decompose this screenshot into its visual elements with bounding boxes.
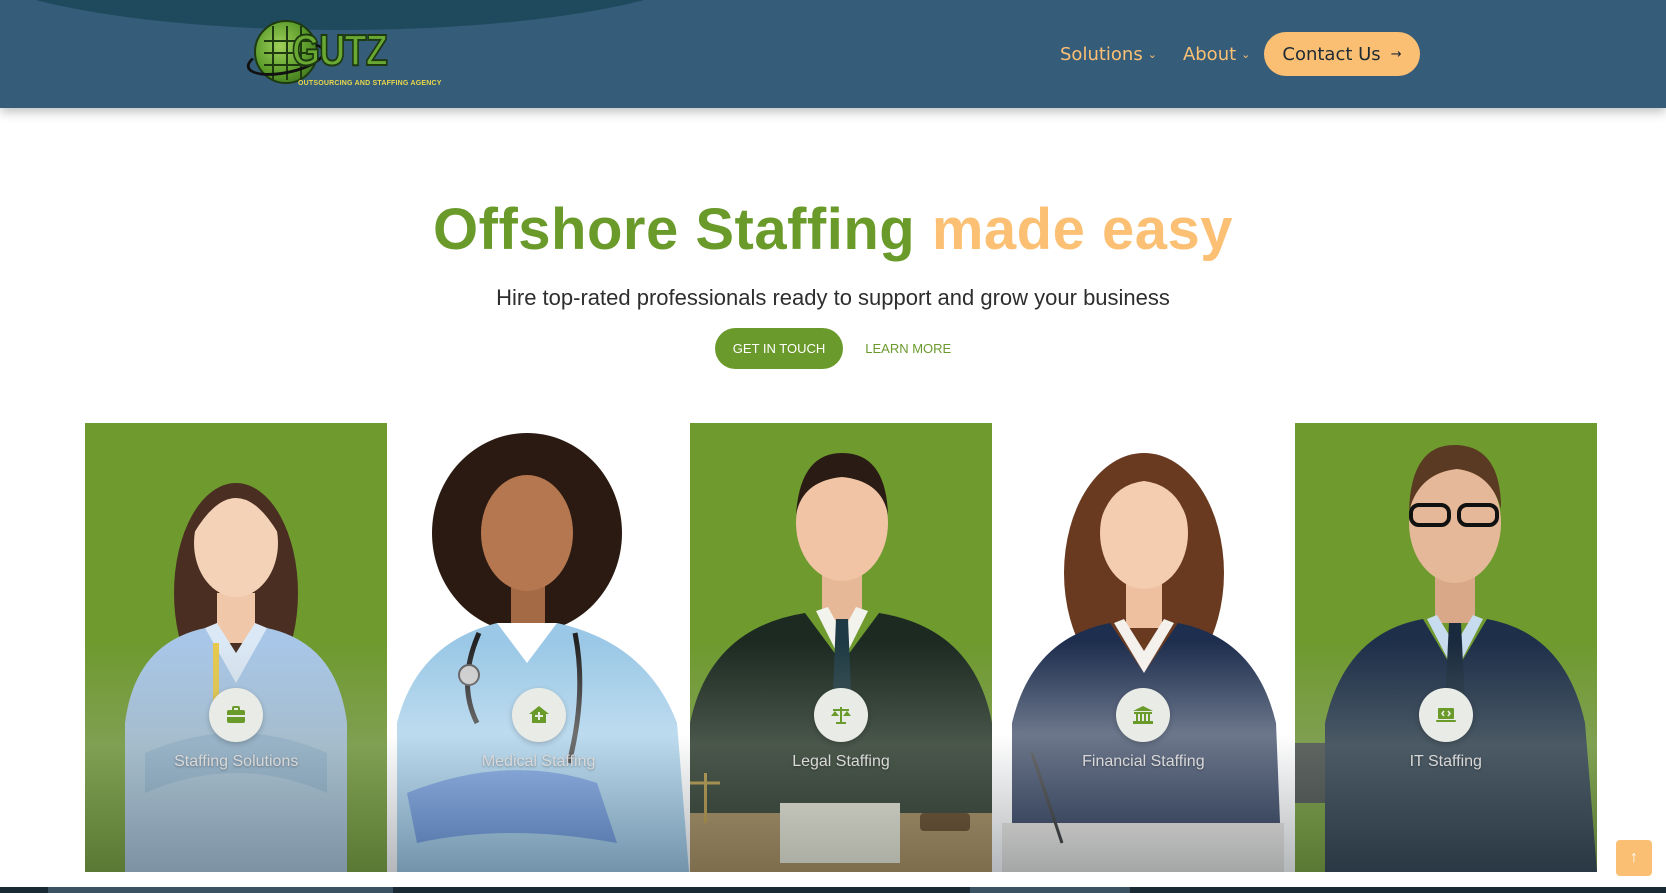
- hero-title-orange: made easy: [931, 197, 1233, 262]
- card-financial-staffing[interactable]: Financial Staffing: [992, 423, 1295, 872]
- logo-tagline: OUTSOURCING AND STAFFING AGENCY: [298, 80, 442, 87]
- hero-title-green: Offshore Staffing: [433, 197, 916, 262]
- card-label[interactable]: Medical Staffing: [387, 753, 689, 771]
- scroll-to-top-button[interactable]: ↑: [1616, 840, 1652, 876]
- chevron-down-icon: ⌄: [1147, 47, 1157, 61]
- scales-icon[interactable]: [813, 688, 868, 742]
- briefcase-icon[interactable]: [209, 688, 264, 742]
- bottom-strip-segment: [48, 887, 393, 893]
- hero-actions: GET IN TOUCH LEARN MORE: [0, 328, 1666, 369]
- gutz-logo[interactable]: GUTZ OUTSOURCING AND STAFFING AGENCY: [243, 18, 441, 92]
- bottom-strip: [0, 887, 1666, 893]
- get-in-touch-button[interactable]: GET IN TOUCH: [714, 328, 844, 369]
- card-medical-staffing[interactable]: Medical Staffing: [387, 423, 690, 872]
- card-label[interactable]: Staffing Solutions: [85, 753, 387, 771]
- chevron-down-icon: ⌄: [1241, 47, 1251, 61]
- contact-us-label: Contact Us: [1282, 43, 1381, 65]
- contact-us-button[interactable]: Contact Us →: [1264, 32, 1420, 76]
- hero-subtitle: Hire top-rated professionals ready to su…: [496, 285, 1170, 310]
- nav-about-label: About: [1182, 43, 1237, 65]
- site-header: GUTZ OUTSOURCING AND STAFFING AGENCY Sol…: [0, 0, 1666, 108]
- card-staffing-solutions[interactable]: Staffing Solutions: [85, 423, 388, 872]
- main-nav: Solutions ⌄ About ⌄ Contact Us →: [1060, 32, 1420, 76]
- hero-title: Offshore Staffing made easy: [0, 196, 1666, 263]
- bank-icon[interactable]: [1116, 688, 1171, 742]
- logo-wordmark: GUTZ: [291, 25, 388, 76]
- card-legal-staffing[interactable]: Legal Staffing: [689, 423, 993, 872]
- card-label[interactable]: Financial Staffing: [992, 753, 1294, 771]
- arrow-up-icon: ↑: [1630, 849, 1638, 866]
- laptop-code-icon[interactable]: [1418, 688, 1473, 742]
- bottom-strip-segment: [970, 887, 1130, 893]
- card-label[interactable]: Legal Staffing: [690, 753, 992, 771]
- card-label[interactable]: IT Staffing: [1295, 753, 1597, 771]
- card-it-staffing[interactable]: IT Staffing: [1294, 423, 1597, 872]
- nav-solutions[interactable]: Solutions ⌄: [1060, 44, 1157, 65]
- medical-house-icon[interactable]: [511, 688, 566, 742]
- arrow-right-icon: →: [1390, 46, 1402, 62]
- nav-solutions-label: Solutions: [1060, 43, 1143, 65]
- nav-about[interactable]: About ⌄: [1183, 44, 1250, 65]
- staffing-cards: Staffing Solutions Medical Staffing Lega…: [85, 423, 1597, 872]
- learn-more-link[interactable]: LEARN MORE: [865, 341, 951, 356]
